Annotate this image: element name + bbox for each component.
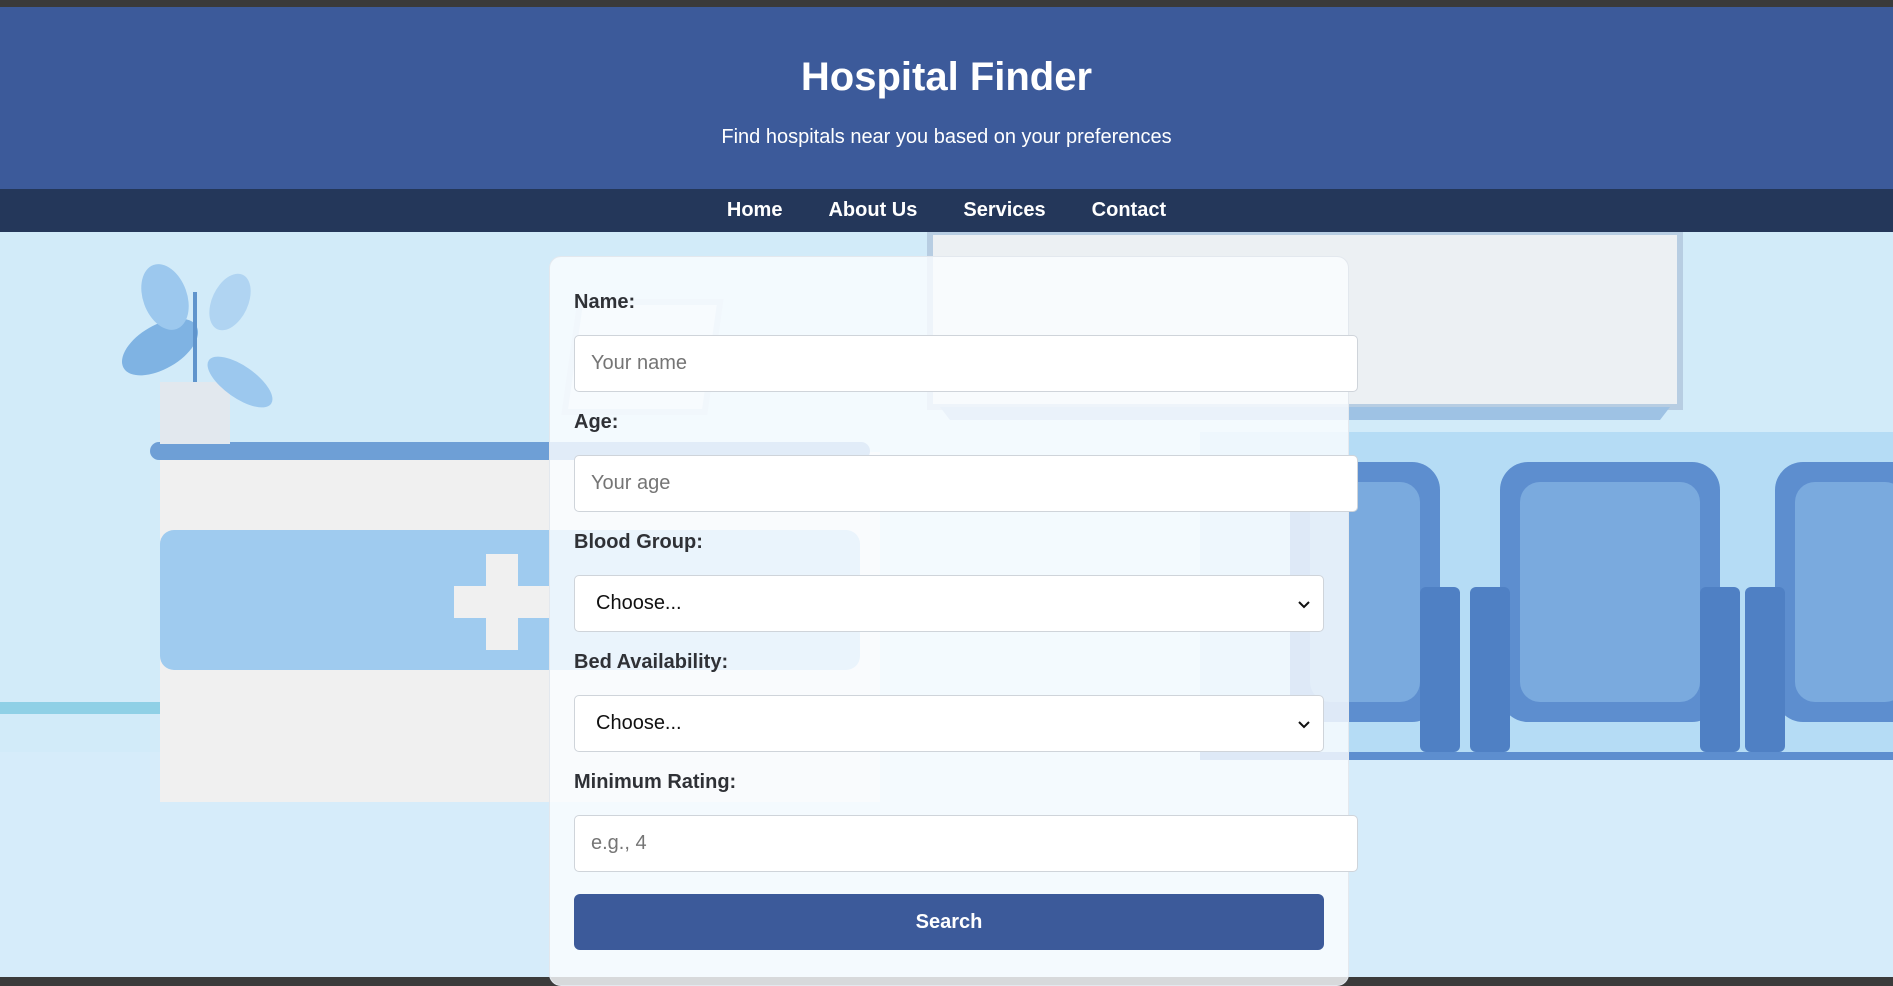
blood-group-label: Blood Group: — [574, 531, 703, 553]
nav-contact[interactable]: Contact — [1069, 199, 1189, 222]
nav-home[interactable]: Home — [704, 199, 806, 222]
search-button[interactable]: Search — [574, 894, 1324, 950]
blood-group-selected: Choose... — [596, 592, 682, 614]
bed-availability-select[interactable]: Choose... — [574, 695, 1324, 752]
age-input[interactable] — [574, 455, 1358, 512]
bed-availability-selected: Choose... — [596, 712, 682, 734]
page-subtitle: Find hospitals near you based on your pr… — [721, 126, 1172, 148]
main-nav: Home About Us Services Contact — [0, 189, 1893, 232]
browser-top-edge — [0, 0, 1893, 7]
nav-services[interactable]: Services — [940, 199, 1068, 222]
minimum-rating-label: Minimum Rating: — [574, 771, 737, 793]
blood-group-select[interactable]: Choose... — [574, 575, 1324, 632]
minimum-rating-input[interactable] — [574, 815, 1358, 872]
name-input[interactable] — [574, 335, 1358, 392]
site-header: Hospital Finder Find hospitals near you … — [0, 7, 1893, 189]
plant-pot — [160, 382, 230, 444]
hospital-search-form: Name: Age: Blood Group: Choose... Bed Av… — [549, 256, 1358, 986]
chevron-down-icon — [1298, 720, 1310, 728]
page-title: Hospital Finder — [800, 55, 1093, 99]
nav-about-us[interactable]: About Us — [805, 199, 940, 222]
bed-availability-label: Bed Availability: — [574, 651, 729, 673]
chevron-down-icon — [1298, 600, 1310, 608]
age-label: Age: — [574, 411, 619, 433]
name-label: Name: — [574, 291, 636, 313]
